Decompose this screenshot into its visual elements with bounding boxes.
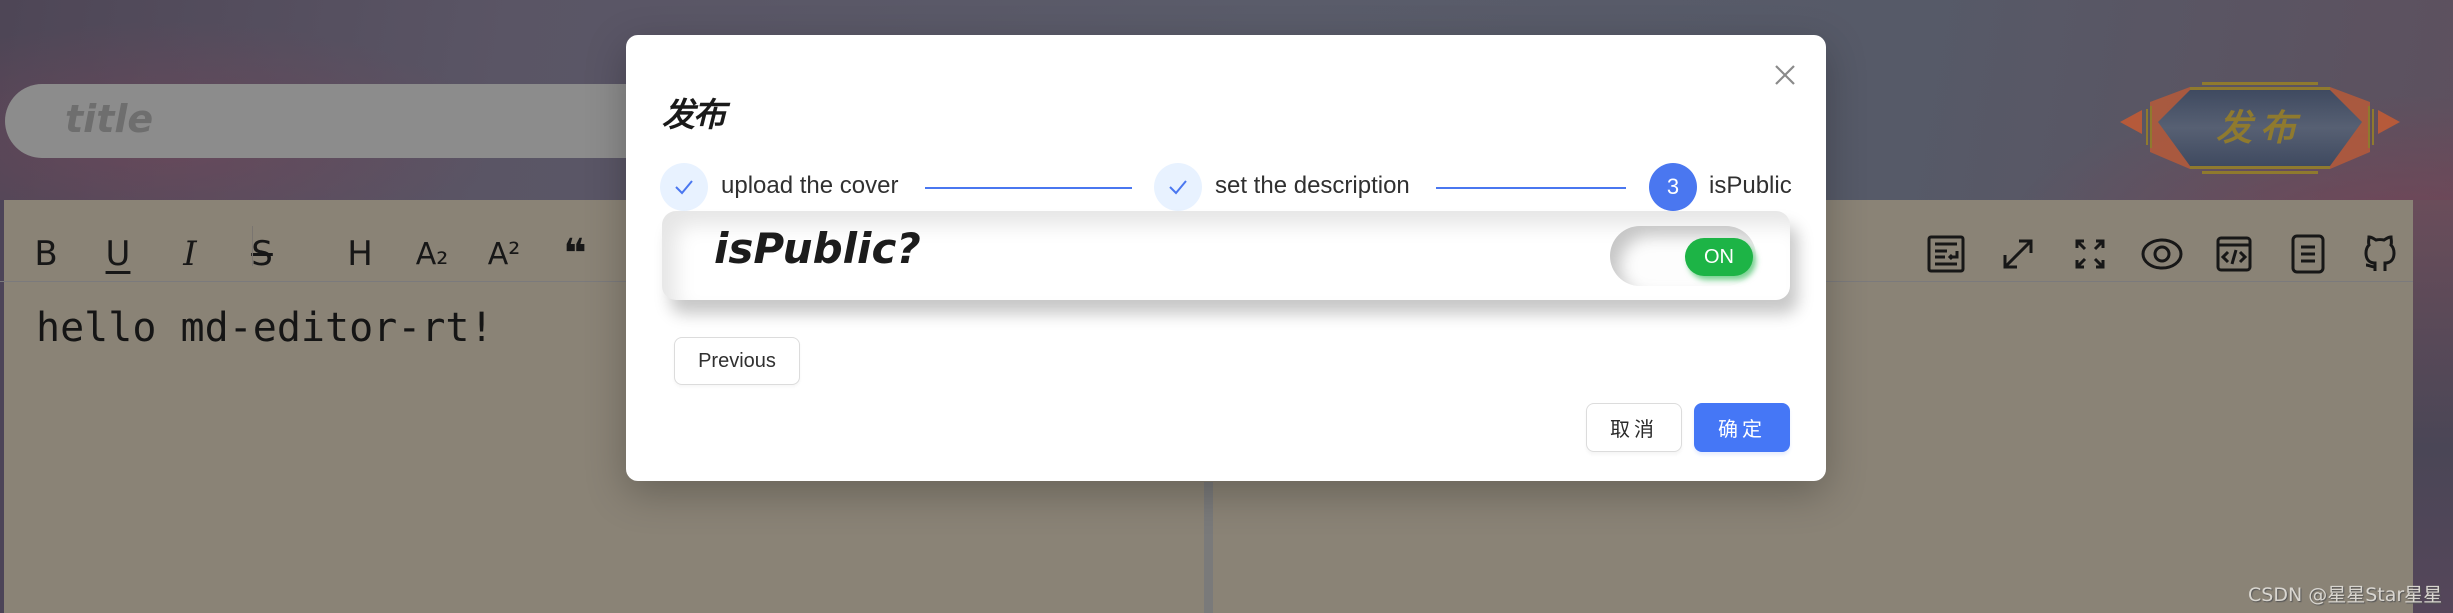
step-3-number: 3: [1649, 163, 1697, 211]
arrow-left-icon: [2120, 110, 2142, 134]
code-window-icon[interactable]: [2214, 228, 2254, 280]
title-input[interactable]: title: [5, 84, 725, 158]
step-2-label: set the description: [1215, 172, 1410, 199]
italic-icon[interactable]: I: [172, 228, 208, 280]
wrap-text-icon[interactable]: [1926, 228, 1966, 280]
title-input-placeholder: title: [65, 97, 154, 141]
underline-icon[interactable]: U: [100, 228, 136, 280]
step-connector: [925, 187, 1132, 189]
fullscreen-icon[interactable]: [2070, 228, 2110, 280]
is-public-switch-knob[interactable]: ON: [1685, 238, 1753, 276]
cancel-button[interactable]: 取消: [1586, 403, 1682, 452]
list-icon[interactable]: [2288, 228, 2328, 280]
toolbar-divider: [252, 226, 253, 266]
pane-divider[interactable]: [1204, 482, 1213, 613]
close-icon[interactable]: [1772, 62, 1798, 88]
dialog-title: 发布: [662, 95, 726, 134]
heading-icon[interactable]: H: [340, 228, 380, 280]
step-1-check-icon: [660, 163, 708, 211]
is-public-label: isPublic?: [714, 224, 921, 273]
github-icon[interactable]: [2360, 228, 2400, 280]
superscript-icon[interactable]: A²: [482, 228, 526, 280]
expand-icon[interactable]: [1998, 228, 2038, 280]
publish-button[interactable]: 发布: [2110, 82, 2410, 174]
confirm-button[interactable]: 确定: [1694, 403, 1790, 452]
step-1-label: upload the cover: [721, 172, 899, 199]
step-connector: [1436, 187, 1626, 189]
bold-icon[interactable]: B: [28, 228, 64, 280]
step-2-check-icon: [1154, 163, 1202, 211]
background-edge: [2413, 200, 2453, 613]
strikethrough-icon[interactable]: S: [244, 228, 280, 280]
publish-button-label: 发布: [2216, 108, 2304, 149]
arrow-right-icon: [2378, 110, 2400, 134]
watermark: CSDN @星星Star星星: [2248, 584, 2443, 606]
step-3-label: isPublic: [1709, 172, 1792, 199]
previous-button[interactable]: Previous: [674, 337, 800, 385]
publish-button-frame: 发布: [2120, 82, 2400, 174]
quote-icon[interactable]: ❝: [556, 228, 594, 280]
subscript-icon[interactable]: A₂: [410, 228, 454, 280]
editor-content[interactable]: hello md-editor-rt!: [36, 305, 494, 351]
eye-icon[interactable]: [2140, 228, 2184, 280]
